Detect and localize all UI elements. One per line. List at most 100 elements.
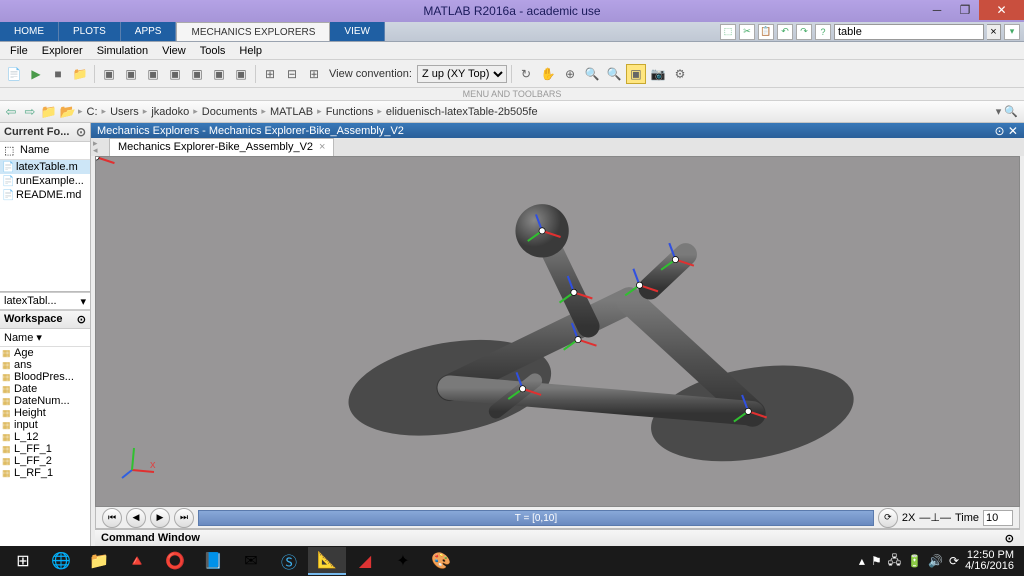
zoom-fit-icon[interactable]: ⊕ — [560, 64, 580, 84]
ribbon-icon-4[interactable]: ↶ — [777, 24, 793, 40]
workspace-var-row[interactable]: ▦Age — [0, 347, 90, 359]
skip-start-icon[interactable]: ⏮ — [102, 508, 122, 528]
settings-icon[interactable]: ⚙ — [670, 64, 690, 84]
menu-file[interactable]: File — [4, 44, 34, 58]
taskbar-drive-icon[interactable]: 🔺 — [118, 547, 156, 575]
speed-slider[interactable]: —⊥— — [919, 511, 951, 524]
crumb-4[interactable]: MATLAB — [267, 106, 316, 118]
nav-back-icon[interactable]: ⇦ — [2, 103, 20, 121]
workspace-var-row[interactable]: ▦ans — [0, 359, 90, 371]
stop-icon[interactable]: ■ — [48, 64, 68, 84]
taskbar-ie-icon[interactable]: 🌐 — [42, 547, 80, 575]
file-row[interactable]: 📄latexTable.m — [0, 160, 90, 174]
minimize-button[interactable] — [923, 0, 951, 20]
crumb-0[interactable]: C: — [84, 106, 101, 118]
view-back-icon[interactable]: ▣ — [121, 64, 141, 84]
crumb-6[interactable]: eliduenisch-latexTable-2b505fe — [383, 106, 541, 118]
workspace-var-row[interactable]: ▦L_RF_1 — [0, 467, 90, 479]
tray-network-icon[interactable]: 🖧 — [888, 551, 901, 572]
workspace-var-row[interactable]: ▦Date — [0, 383, 90, 395]
layout-icon-1[interactable]: ⊞ — [260, 64, 280, 84]
tab-close-icon[interactable]: × — [319, 141, 325, 153]
tab-apps[interactable]: APPS — [121, 22, 177, 41]
nav-folder-icon[interactable]: 📂 — [59, 103, 77, 121]
panel-menu-icon[interactable]: ⊙ — [1005, 532, 1014, 545]
tray-volume-icon[interactable]: 🔊 — [928, 554, 943, 568]
tab-mechanics-explorers[interactable]: MECHANICS EXPLORERS — [176, 22, 330, 41]
play-icon[interactable]: ▶ — [150, 508, 170, 528]
view-left-icon[interactable]: ▣ — [143, 64, 163, 84]
nav-up-icon[interactable]: 📁 — [40, 103, 58, 121]
ribbon-icon-5[interactable]: ↷ — [796, 24, 812, 40]
pan-icon[interactable]: ✋ — [538, 64, 558, 84]
zoom-in-icon[interactable]: 🔍 — [582, 64, 602, 84]
step-fwd-icon[interactable]: ⏭ — [174, 508, 194, 528]
command-window-header[interactable]: Command Window⊙ — [95, 529, 1020, 547]
loop-icon[interactable]: ⟳ — [878, 508, 898, 528]
view-convention-select[interactable]: Z up (XY Top) — [417, 65, 507, 83]
menu-help[interactable]: Help — [233, 44, 268, 58]
layout-icon-3[interactable]: ⊞ — [304, 64, 324, 84]
view-right-icon[interactable]: ▣ — [165, 64, 185, 84]
path-dropdown-icon[interactable]: ▾ 🔍 — [996, 105, 1022, 118]
file-selector[interactable]: latexTabl...▾ — [0, 292, 90, 310]
panel-menu-icon[interactable]: ⊙ — [76, 125, 86, 139]
crumb-5[interactable]: Functions — [323, 106, 377, 118]
crumb-1[interactable]: Users — [107, 106, 142, 118]
view-iso-icon[interactable]: ▣ — [231, 64, 251, 84]
search-dropdown[interactable]: ▾ — [1004, 24, 1020, 40]
tray-sync-icon[interactable]: ⟳ — [949, 554, 959, 568]
select-icon[interactable]: ▣ — [626, 64, 646, 84]
view-top-icon[interactable]: ▣ — [187, 64, 207, 84]
taskbar-paint-icon[interactable]: 🎨 — [422, 547, 460, 575]
time-input[interactable] — [983, 510, 1013, 526]
timeline-slider[interactable]: T = [0,10] — [198, 510, 874, 526]
layout-icon-2[interactable]: ⊟ — [282, 64, 302, 84]
file-row[interactable]: 📄runExample... — [0, 174, 90, 188]
step-back-icon[interactable]: ◀ — [126, 508, 146, 528]
camera-icon[interactable]: 📷 — [648, 64, 668, 84]
folder-icon[interactable]: 📁 — [70, 64, 90, 84]
new-file-icon[interactable]: 📄 — [4, 64, 24, 84]
crumb-3[interactable]: Documents — [199, 106, 261, 118]
rotate-icon[interactable]: ↻ — [516, 64, 536, 84]
menu-view[interactable]: View — [156, 44, 192, 58]
workspace-var-row[interactable]: ▦input — [0, 419, 90, 431]
taskbar-word-icon[interactable]: 📘 — [194, 547, 232, 575]
tray-flag-icon[interactable]: ⚑ — [871, 554, 882, 568]
run-icon[interactable]: ▶ — [26, 64, 46, 84]
view-bottom-icon[interactable]: ▣ — [209, 64, 229, 84]
tray-battery-icon[interactable]: 🔋 — [907, 554, 922, 568]
file-col-name[interactable]: Name — [20, 144, 49, 157]
taskbar-acrobat-icon[interactable]: ◢ — [346, 547, 384, 575]
workspace-var-row[interactable]: ▦L_FF_2 — [0, 455, 90, 467]
close-button[interactable] — [979, 0, 1024, 20]
crumb-2[interactable]: jkadoko — [148, 106, 192, 118]
taskbar-explorer-icon[interactable]: 📁 — [80, 547, 118, 575]
taskbar-chrome-icon[interactable]: ⭕ — [156, 547, 194, 575]
maximize-button[interactable] — [951, 0, 979, 20]
drag-handle-icon[interactable]: ▸◂ — [93, 140, 98, 154]
tray-up-icon[interactable]: ▴ — [859, 554, 865, 568]
view-front-icon[interactable]: ▣ — [99, 64, 119, 84]
ribbon-icon-3[interactable]: 📋 — [758, 24, 774, 40]
workspace-var-row[interactable]: ▦L_12 — [0, 431, 90, 443]
viewport-3d[interactable]: x — [95, 156, 1020, 507]
search-clear[interactable]: × — [987, 24, 1001, 40]
taskbar-mail-icon[interactable]: ✉ — [232, 547, 270, 575]
tab-plots[interactable]: PLOTS — [59, 22, 121, 41]
ribbon-icon-help[interactable]: ? — [815, 24, 831, 40]
panel-menu-icon[interactable]: ⊙ — [77, 313, 86, 326]
panel-menu-icon[interactable]: ⊙ ✕ — [995, 124, 1018, 138]
taskbar-matlab-icon[interactable]: 📐 — [308, 547, 346, 575]
menu-explorer[interactable]: Explorer — [36, 44, 89, 58]
workspace-var-row[interactable]: ▦BloodPres... — [0, 371, 90, 383]
nav-fwd-icon[interactable]: ⇨ — [21, 103, 39, 121]
menu-tools[interactable]: Tools — [194, 44, 232, 58]
tab-view[interactable]: VIEW — [330, 22, 385, 41]
workspace-var-row[interactable]: ▦Height — [0, 407, 90, 419]
ribbon-icon-2[interactable]: ✂ — [739, 24, 755, 40]
taskbar-app-icon[interactable]: ✦ — [384, 547, 422, 575]
tab-home[interactable]: HOME — [0, 22, 59, 41]
menu-simulation[interactable]: Simulation — [91, 44, 154, 58]
